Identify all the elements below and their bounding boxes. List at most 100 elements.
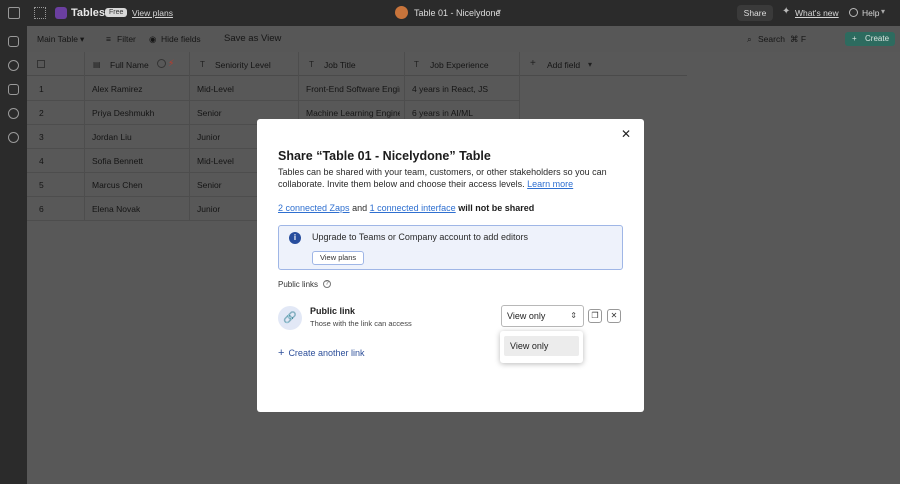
question-circle-icon[interactable]: ? [323,280,331,288]
column-divider [84,52,85,220]
row-number: 2 [39,108,44,118]
hide-fields-button[interactable]: Hide fields [161,34,201,44]
document-title[interactable]: Table 01 - Nicelydone [414,8,501,18]
column-header-job-title[interactable]: Job Title [324,60,356,70]
cell-job-title[interactable]: Machine Learning Engineer [306,108,400,118]
upgrade-text: Upgrade to Teams or Company account to a… [312,232,528,242]
info-icon: i [289,232,301,244]
create-button[interactable]: + Create [845,32,895,46]
dialog-description: Tables can be shared with your team, cus… [278,166,614,190]
plus-icon: + [852,34,857,43]
remove-link-button[interactable]: ✕ [607,309,621,323]
and-text: and [352,203,368,213]
copy-icon: ❐ [591,311,599,320]
cell-seniority-level[interactable]: Mid-Level [197,156,234,166]
zap-icon[interactable] [8,60,19,71]
bolt-icon: ⚡ [168,58,175,68]
save-as-view-button[interactable]: Save as View [224,33,281,44]
copy-link-button[interactable]: ❐ [588,309,602,323]
cell-job-experience[interactable]: 6 years in AI/ML [412,108,473,118]
home-icon[interactable] [8,7,20,19]
row-number: 6 [39,204,44,214]
cell-job-title[interactable]: Front-End Software Engineer [306,84,400,94]
text-field-icon: T [309,60,314,69]
row-number: 1 [39,84,44,94]
not-shared-text: will not be shared [458,203,535,213]
public-link-subtitle: Those with the link can access [310,319,412,328]
help-link[interactable]: Help [862,8,879,18]
view-plans-button[interactable]: View plans [312,251,365,265]
view-plans-link[interactable]: View plans [132,8,173,18]
share-button[interactable]: Share [737,5,773,21]
settings-icon[interactable] [8,132,19,143]
row-number: 4 [39,156,44,166]
hide-fields-icon: ◉ [149,34,157,44]
learn-more-link[interactable]: Learn more [527,179,573,189]
chevron-down-icon[interactable]: ▾ [881,7,885,16]
chevron-down-icon[interactable]: ▾ [497,7,501,16]
flow-icon[interactable] [8,84,19,95]
permission-select[interactable]: View only ⇕ [501,305,584,327]
cell-seniority-level[interactable]: Senior [197,108,222,118]
row-divider [27,100,519,101]
cell-full-name[interactable]: Elena Novak [92,204,140,214]
connected-items-note: 2 connected Zaps and 1 connected interfa… [278,203,534,213]
create-another-link-button[interactable]: + Create another link [278,347,364,359]
cell-full-name[interactable]: Sofia Bennett [92,156,143,166]
cell-seniority-level[interactable]: Mid-Level [197,84,234,94]
lock-icon [157,59,166,68]
upgrade-info-banner: i Upgrade to Teams or Company account to… [278,225,623,270]
apps-icon[interactable] [8,36,19,47]
column-header-seniority-level[interactable]: Seniority Level [215,60,271,70]
filter-icon: ≡ [106,34,111,44]
star-icon: ✦ [782,6,791,17]
share-dialog: ✕ Share “Table 01 - Nicelydone” Table Ta… [257,119,644,412]
create-label: Create [865,34,890,43]
create-another-label: Create another link [288,348,365,358]
tables-logo-icon [55,7,67,19]
permission-value: View only [507,311,546,321]
column-header-job-experience[interactable]: Job Experience [430,60,489,70]
interface-icon[interactable] [8,108,19,119]
connected-zaps-link[interactable]: 2 connected Zaps [278,203,350,213]
cell-job-experience[interactable]: 4 years in React, JS [412,84,488,94]
permission-dropdown: View only [500,331,583,363]
close-icon[interactable]: ✕ [621,127,631,141]
text-field-icon: ▤ [93,60,101,69]
connected-interface-link[interactable]: 1 connected interface [370,203,456,213]
dialog-title: Share “Table 01 - Nicelydone” Table [278,149,491,163]
add-field-button[interactable]: Add field [547,60,580,70]
plus-icon: + [530,58,536,69]
filter-button[interactable]: Filter [117,34,136,44]
chevron-down-icon[interactable]: ▾ [588,60,592,69]
row-number: 3 [39,132,44,142]
cell-full-name[interactable]: Marcus Chen [92,180,143,190]
cell-full-name[interactable]: Priya Deshmukh [92,108,154,118]
document-logo-icon [395,6,408,19]
whats-new-link[interactable]: What's new [795,8,839,18]
cell-seniority-level[interactable]: Junior [197,204,220,214]
cell-seniority-level[interactable]: Junior [197,132,220,142]
table-toolbar: Main Table ▾ ≡ Filter ◉ Hide fields Save… [27,26,900,52]
plus-icon: + [278,347,285,359]
column-header-full-name[interactable]: Full Name [110,60,149,70]
cell-full-name[interactable]: Jordan Liu [92,132,132,142]
row-number: 5 [39,180,44,190]
text-field-icon: T [414,60,419,69]
chevron-down-icon[interactable]: ▾ [80,34,84,45]
left-rail [0,26,27,484]
help-circle-icon [849,8,858,17]
text-field-icon: T [200,60,205,69]
app-title: Tables [71,7,106,19]
search-button[interactable]: Search [758,34,785,44]
plan-badge: Free [105,8,128,17]
public-link-title: Public link [310,306,356,316]
grid-menu-icon[interactable] [34,7,46,19]
cell-seniority-level[interactable]: Senior [197,180,222,190]
dropdown-option-view-only[interactable]: View only [504,336,579,356]
select-all-checkbox[interactable] [37,60,45,68]
chevron-updown-icon: ⇕ [570,311,577,320]
column-divider [189,52,190,220]
view-selector[interactable]: Main Table [37,34,78,44]
cell-full-name[interactable]: Alex Ramirez [92,84,143,94]
